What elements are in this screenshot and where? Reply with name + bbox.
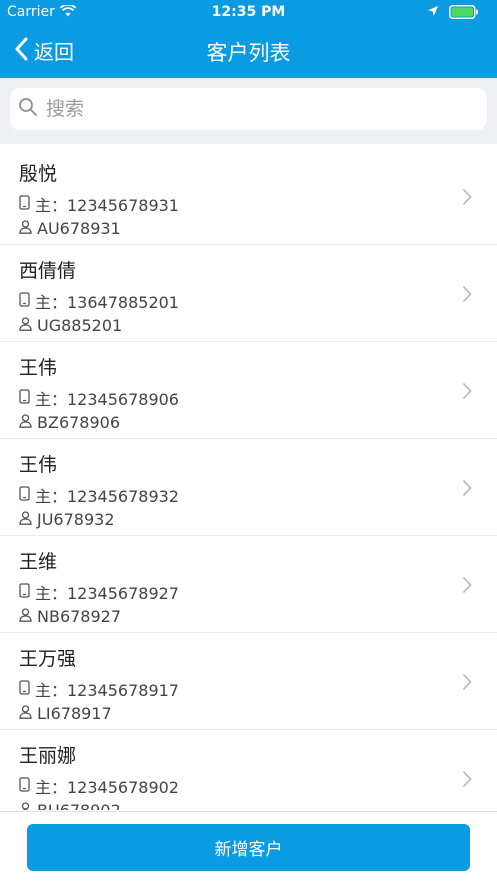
footer-bar: 新增客户 (0, 811, 497, 884)
chevron-right-icon (462, 382, 472, 404)
page-title: 客户列表 (206, 41, 291, 65)
person-icon (19, 413, 37, 432)
search-icon (10, 97, 38, 121)
customer-code: BZ678906 (19, 413, 120, 432)
customer-name: 王伟 (19, 357, 58, 379)
location-icon (427, 5, 439, 21)
person-icon (19, 510, 37, 529)
customer-code-text: UG885201 (37, 316, 123, 335)
phone-icon (19, 194, 35, 214)
person-icon (19, 704, 37, 723)
customer-name: 王丽娜 (19, 745, 77, 767)
phone-icon (19, 388, 35, 408)
status-bar: Carrier 12:35 PM (0, 0, 497, 26)
customer-row[interactable]: 西倩倩 主：13647885201 UG885201 (0, 245, 497, 342)
phone-icon (19, 291, 35, 311)
customer-name: 王万强 (19, 648, 77, 670)
customer-phone-text: 主：12345678906 (35, 390, 179, 409)
battery-icon (449, 5, 479, 19)
person-icon (19, 607, 37, 626)
customer-code-text: BZ678906 (37, 413, 121, 432)
search-area (0, 78, 497, 144)
search-input[interactable] (44, 97, 468, 121)
customer-row[interactable]: 王万强 主：12345678917 LI678917 (0, 633, 497, 730)
add-customer-button[interactable]: 新增客户 (27, 824, 470, 871)
customer-code-text: NB678927 (37, 607, 122, 626)
phone-icon (19, 679, 35, 699)
customer-row[interactable]: 殷悦 主：12345678931 AU678931 (0, 148, 497, 245)
customer-phone-text: 主：12345678917 (35, 681, 179, 700)
customer-name: 王维 (19, 551, 58, 573)
chevron-right-icon (462, 770, 472, 792)
phone-icon (19, 582, 35, 602)
customer-phone-text: 主：12345678931 (35, 196, 179, 215)
person-icon (19, 219, 37, 238)
customer-name: 殷悦 (19, 163, 58, 185)
customer-phone-text: 主：12345678932 (35, 487, 179, 506)
chevron-right-icon (462, 188, 472, 210)
status-time: 12:35 PM (211, 4, 286, 20)
customer-name: 西倩倩 (19, 260, 77, 282)
customer-code: BU678902 (19, 801, 121, 810)
customer-row[interactable]: 王维 主：12345678927 NB678927 (0, 536, 497, 633)
customer-code: UG885201 (19, 316, 122, 335)
chevron-right-icon (462, 673, 472, 695)
customer-code: NB678927 (19, 607, 121, 626)
customer-phone: 主：12345678931 (19, 192, 179, 216)
customer-code: AU678931 (19, 219, 121, 238)
chevron-right-icon (462, 479, 472, 501)
customer-name: 王伟 (19, 454, 58, 476)
customer-phone-text: 主：13647885201 (35, 293, 179, 312)
customer-phone: 主：13647885201 (19, 289, 179, 313)
customer-phone: 主：12345678932 (19, 483, 179, 507)
customer-phone: 主：12345678917 (19, 677, 179, 701)
phone-icon (19, 485, 35, 505)
person-icon (19, 801, 37, 810)
person-icon (19, 316, 37, 335)
customer-row[interactable]: 王丽娜 主：12345678902 BU678902 (0, 730, 497, 810)
customer-code-text: BU678902 (37, 801, 121, 810)
search-box[interactable] (10, 88, 487, 130)
customer-code-text: LI678917 (37, 704, 112, 723)
customer-code: JU678932 (19, 510, 115, 529)
top-bar: Carrier 12:35 PM 返回 客户列表 (0, 0, 497, 78)
customer-list: 殷悦 主：12345678931 AU678931 西倩倩 主：13647885… (0, 148, 497, 810)
chevron-right-icon (462, 576, 472, 598)
customer-phone: 主：12345678927 (19, 580, 179, 604)
customer-row[interactable]: 王伟 主：12345678932 JU678932 (0, 439, 497, 536)
chevron-right-icon (462, 285, 472, 307)
customer-row[interactable]: 王伟 主：12345678906 BZ678906 (0, 342, 497, 439)
customer-phone: 主：12345678902 (19, 774, 179, 798)
customer-phone: 主：12345678906 (19, 386, 179, 410)
phone-icon (19, 776, 35, 796)
customer-phone-text: 主：12345678902 (35, 778, 179, 797)
customer-phone-text: 主：12345678927 (35, 584, 179, 603)
customer-code-text: JU678932 (37, 510, 115, 529)
customer-code-text: AU678931 (37, 219, 121, 238)
customer-code: LI678917 (19, 704, 112, 723)
